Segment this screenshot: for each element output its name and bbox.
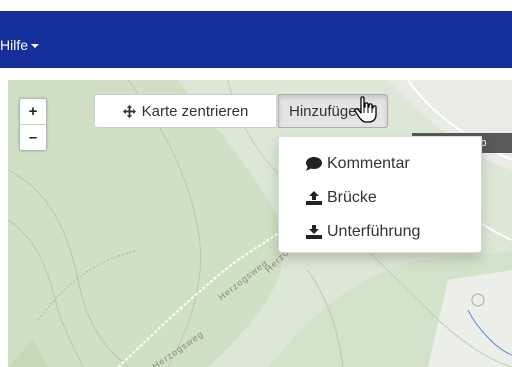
help-menu[interactable]: Hilfe <box>0 37 40 53</box>
center-map-label: Karte zentrieren <box>141 102 249 120</box>
top-navbar: Hilfe <box>0 11 512 68</box>
download-icon <box>306 225 322 239</box>
upload-icon <box>306 191 322 205</box>
menu-item-underpass[interactable]: Unterführung <box>279 215 481 249</box>
center-map-button[interactable]: Karte zentrieren <box>94 94 277 128</box>
add-dropdown-menu: Kommentar Brücke Unterführung <box>278 136 482 253</box>
crosshair-icon <box>122 104 136 118</box>
menu-item-label: Brücke <box>327 189 377 206</box>
menu-item-label: Unterführung <box>327 223 421 240</box>
comment-icon <box>306 157 322 171</box>
menu-item-comment[interactable]: Kommentar <box>279 147 481 181</box>
hand-pointer-cursor-icon <box>354 96 377 123</box>
menu-item-label: Kommentar <box>327 155 410 172</box>
zoom-in-button[interactable]: + <box>20 99 46 125</box>
help-menu-label: Hilfe <box>0 37 29 53</box>
caret-down-icon <box>31 44 40 49</box>
zoom-control: + – <box>19 98 47 151</box>
map-view[interactable]: Herzogsweg Herzogsweg Herzogsweg + – Kar… <box>8 80 512 367</box>
menu-item-bridge[interactable]: Brücke <box>279 181 481 215</box>
zoom-out-button[interactable]: – <box>20 125 46 150</box>
